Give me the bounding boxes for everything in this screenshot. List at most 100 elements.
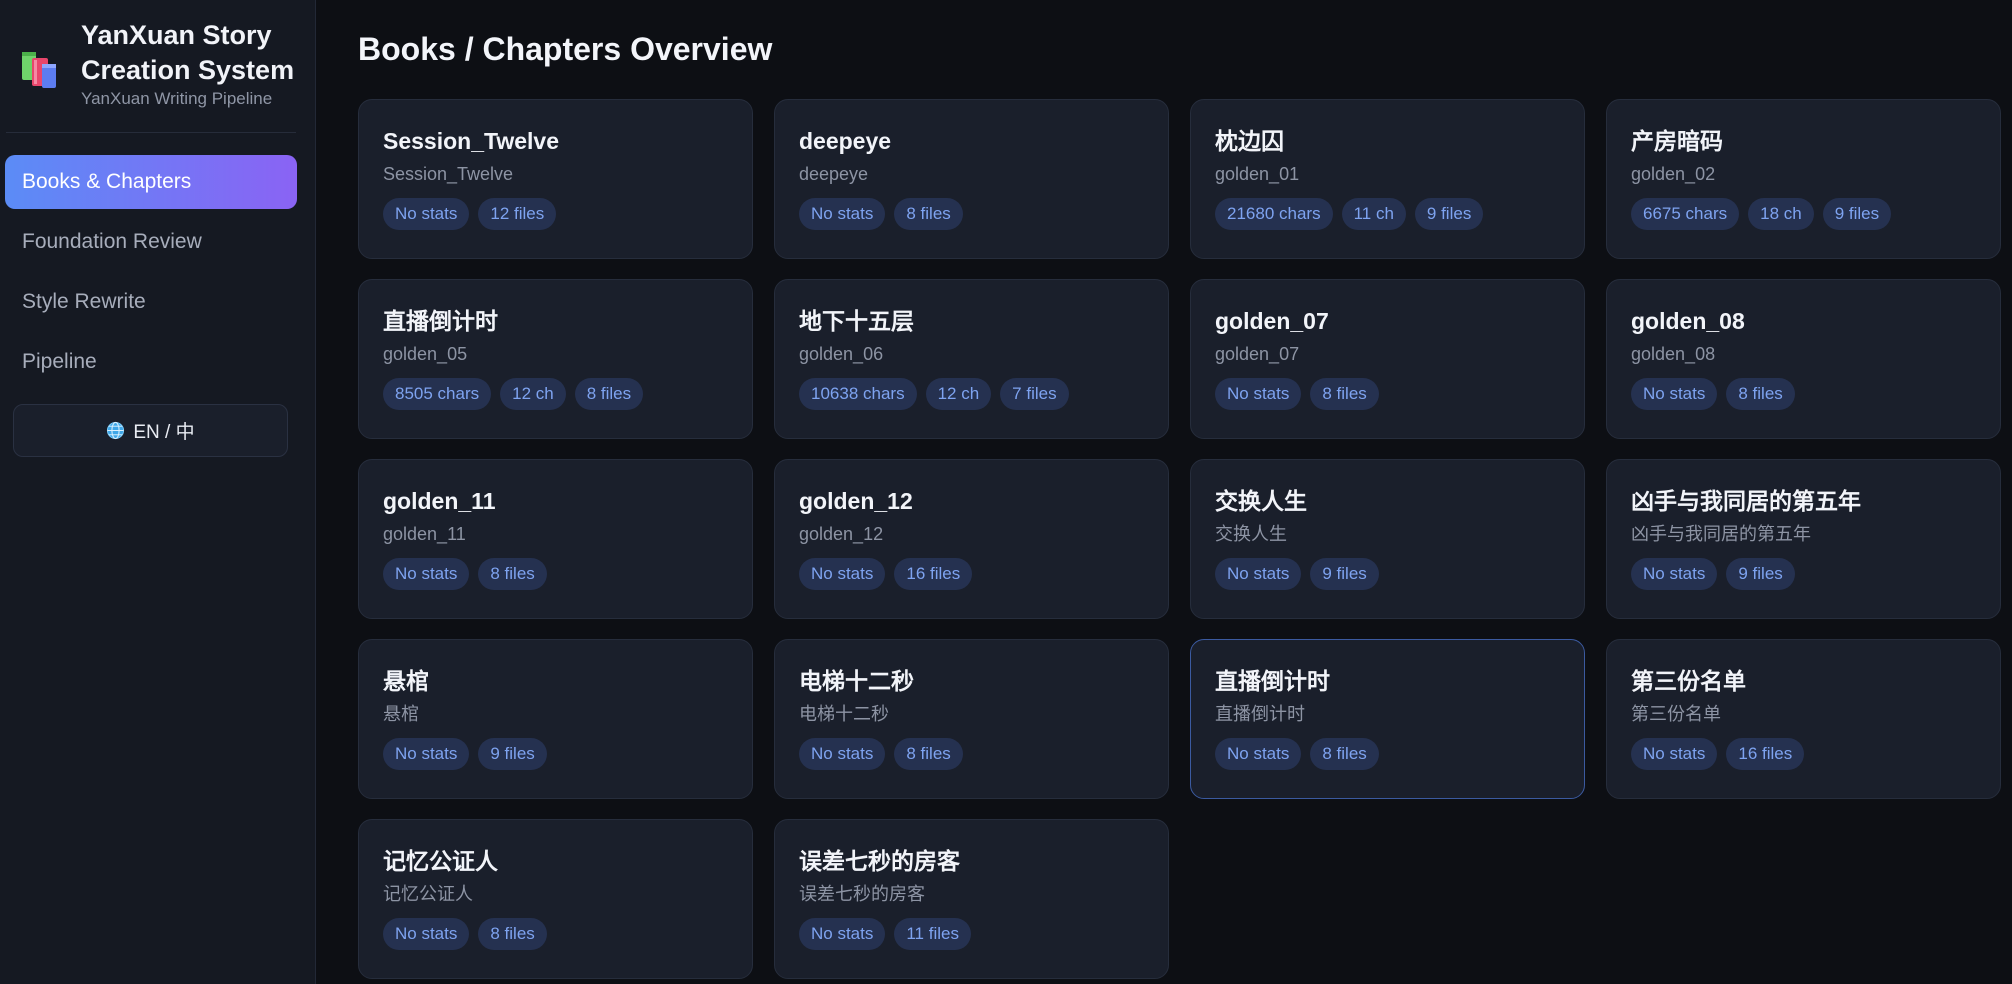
book-id: golden_12 xyxy=(799,524,884,544)
book-title: 交换人生 xyxy=(1215,488,1307,514)
book-tags: No stats 8 files xyxy=(383,558,728,590)
stat-badge: 8 files xyxy=(478,918,547,950)
book-card[interactable]: 枕边囚 golden_01 21680 chars 11 ch 9 files xyxy=(1190,99,1585,259)
stat-badge: 8 files xyxy=(1726,378,1795,410)
stat-badge: 9 files xyxy=(1414,198,1484,230)
book-tags: No stats 9 files xyxy=(383,738,728,770)
stat-badge: 9 files xyxy=(1822,198,1892,230)
book-tags: No stats 12 files xyxy=(383,198,728,230)
sidebar-item-foundation-review[interactable]: Foundation Review xyxy=(5,215,297,269)
books-icon xyxy=(22,52,56,88)
sidebar-item-books-chapters[interactable]: Books & Chapters xyxy=(5,155,297,209)
book-id: 交换人生 xyxy=(1215,524,1287,544)
book-card[interactable]: 误差七秒的房客 误差七秒的房客 No stats 11 files xyxy=(774,819,1169,979)
sidebar-item-pipeline[interactable]: Pipeline xyxy=(5,335,297,389)
book-tags: 10638 chars 12 ch 7 files xyxy=(799,378,1144,410)
stat-badge: 8 files xyxy=(1310,738,1379,770)
stat-badge: 16 files xyxy=(894,558,973,590)
stat-badge: No stats xyxy=(799,918,886,950)
stat-badge: 12 files xyxy=(478,198,557,230)
book-tags: No stats 16 files xyxy=(799,558,1144,590)
language-toggle-label: EN / 中 xyxy=(133,422,195,443)
stat-badge: No stats xyxy=(799,198,886,230)
app-title: YanXuan Story Creation System xyxy=(81,20,295,85)
stat-badge: 6675 chars xyxy=(1631,198,1740,230)
book-card[interactable]: 地下十五层 golden_06 10638 chars 12 ch 7 files xyxy=(774,279,1169,439)
book-card[interactable]: 记忆公证人 记忆公证人 No stats 8 files xyxy=(358,819,753,979)
main-content: Books / Chapters Overview Session_Twelve… xyxy=(316,0,2012,984)
book-card[interactable]: deepeye deepeye No stats 8 files xyxy=(774,99,1169,259)
book-id: golden_11 xyxy=(383,524,466,544)
book-id: 第三份名单 xyxy=(1631,704,1721,724)
book-tags: No stats 9 files xyxy=(1631,558,1976,590)
app-subtitle: YanXuan Writing Pipeline xyxy=(81,89,273,108)
sidebar-divider xyxy=(6,132,296,133)
page-title: Books / Chapters Overview xyxy=(358,31,773,67)
book-id: 记忆公证人 xyxy=(383,884,473,904)
book-id: golden_05 xyxy=(383,344,468,364)
stat-badge: No stats xyxy=(383,738,470,770)
book-card[interactable]: 直播倒计时 golden_05 8505 chars 12 ch 8 files xyxy=(358,279,753,439)
sidebar-nav: Books & Chapters Foundation Review Style… xyxy=(5,155,297,395)
book-title: golden_08 xyxy=(1631,308,1745,334)
stat-badge: 9 files xyxy=(1726,558,1795,590)
book-tags: No stats 8 files xyxy=(799,198,1144,230)
stat-badge: 9 files xyxy=(1310,558,1379,590)
book-title: 产房暗码 xyxy=(1631,128,1723,154)
book-title: golden_07 xyxy=(1215,308,1329,334)
book-title: 枕边囚 xyxy=(1215,128,1284,154)
book-card[interactable]: 凶手与我同居的第五年 凶手与我同居的第五年 No stats 9 files xyxy=(1606,459,2001,619)
stat-badge: No stats xyxy=(1631,378,1718,410)
book-title: 直播倒计时 xyxy=(383,308,498,334)
stat-badge: No stats xyxy=(799,738,886,770)
book-card[interactable]: 产房暗码 golden_02 6675 chars 18 ch 9 files xyxy=(1606,99,2001,259)
stat-badge: No stats xyxy=(1631,558,1718,590)
stat-badge: No stats xyxy=(383,198,470,230)
language-toggle-button[interactable]: EN / 中 xyxy=(13,404,288,457)
stat-badge: No stats xyxy=(1215,738,1302,770)
book-card[interactable]: Session_Twelve Session_Twelve No stats 12 f… xyxy=(358,99,753,259)
stat-badge: 8 files xyxy=(1310,378,1379,410)
book-title: golden_12 xyxy=(799,488,913,514)
stat-badge: 8505 chars xyxy=(383,378,492,410)
book-title: deepeye xyxy=(799,128,892,154)
book-card[interactable]: golden_11 golden_11 No stats 8 files xyxy=(358,459,753,619)
book-tags: No stats 9 files xyxy=(1215,558,1560,590)
book-title: 凶手与我同居的第五年 xyxy=(1631,488,1861,514)
sidebar-item-style-rewrite[interactable]: Style Rewrite xyxy=(5,275,297,329)
book-card[interactable]: golden_07 golden_07 No stats 8 files xyxy=(1190,279,1585,439)
book-id: golden_08 xyxy=(1631,344,1716,364)
book-tags: No stats 8 files xyxy=(1215,378,1560,410)
stat-badge: 11 ch xyxy=(1341,198,1406,230)
book-card[interactable]: 交换人生 交换人生 No stats 9 files xyxy=(1190,459,1585,619)
book-card[interactable]: 第三份名单 第三份名单 No stats 16 files xyxy=(1606,639,2001,799)
sidebar: YanXuan Story Creation System YanXuan Wr… xyxy=(0,0,316,984)
book-card[interactable]: 直播倒计时 直播倒计时 No stats 8 files xyxy=(1190,639,1585,799)
stat-badge: 18 ch xyxy=(1748,198,1814,230)
book-title: golden_11 xyxy=(383,488,496,514)
book-id: golden_06 xyxy=(799,344,884,364)
brand: YanXuan Story Creation System YanXuan Wr… xyxy=(20,18,310,116)
book-card[interactable]: golden_12 golden_12 No stats 16 files xyxy=(774,459,1169,619)
stat-badge: 8 files xyxy=(894,738,963,770)
stat-badge: No stats xyxy=(799,558,886,590)
book-title: 第三份名单 xyxy=(1631,668,1746,694)
book-title: 地下十五层 xyxy=(799,308,914,334)
book-tags: 6675 chars 18 ch 9 files xyxy=(1631,198,1976,230)
book-card[interactable]: golden_08 golden_08 No stats 8 files xyxy=(1606,279,2001,439)
stat-badge: 11 files xyxy=(894,918,971,950)
book-id: Session_Twelve xyxy=(383,164,514,184)
stat-badge: 9 files xyxy=(478,738,547,770)
book-tags: No stats 8 files xyxy=(383,918,728,950)
app-root: YanXuan Story Creation System YanXuan Wr… xyxy=(0,0,2012,984)
book-tags: No stats 16 files xyxy=(1631,738,1976,770)
book-card[interactable]: 电梯十二秒 电梯十二秒 No stats 8 files xyxy=(774,639,1169,799)
book-id: 凶手与我同居的第五年 xyxy=(1631,524,1811,544)
book-id: golden_01 xyxy=(1215,164,1300,184)
globe-icon xyxy=(107,421,125,440)
stat-badge: 8 files xyxy=(574,378,644,410)
book-card[interactable]: 悬棺 悬棺 No stats 9 files xyxy=(358,639,753,799)
stat-badge: 21680 chars xyxy=(1215,198,1333,230)
stat-badge: 8 files xyxy=(478,558,547,590)
book-id: 悬棺 xyxy=(383,704,419,724)
